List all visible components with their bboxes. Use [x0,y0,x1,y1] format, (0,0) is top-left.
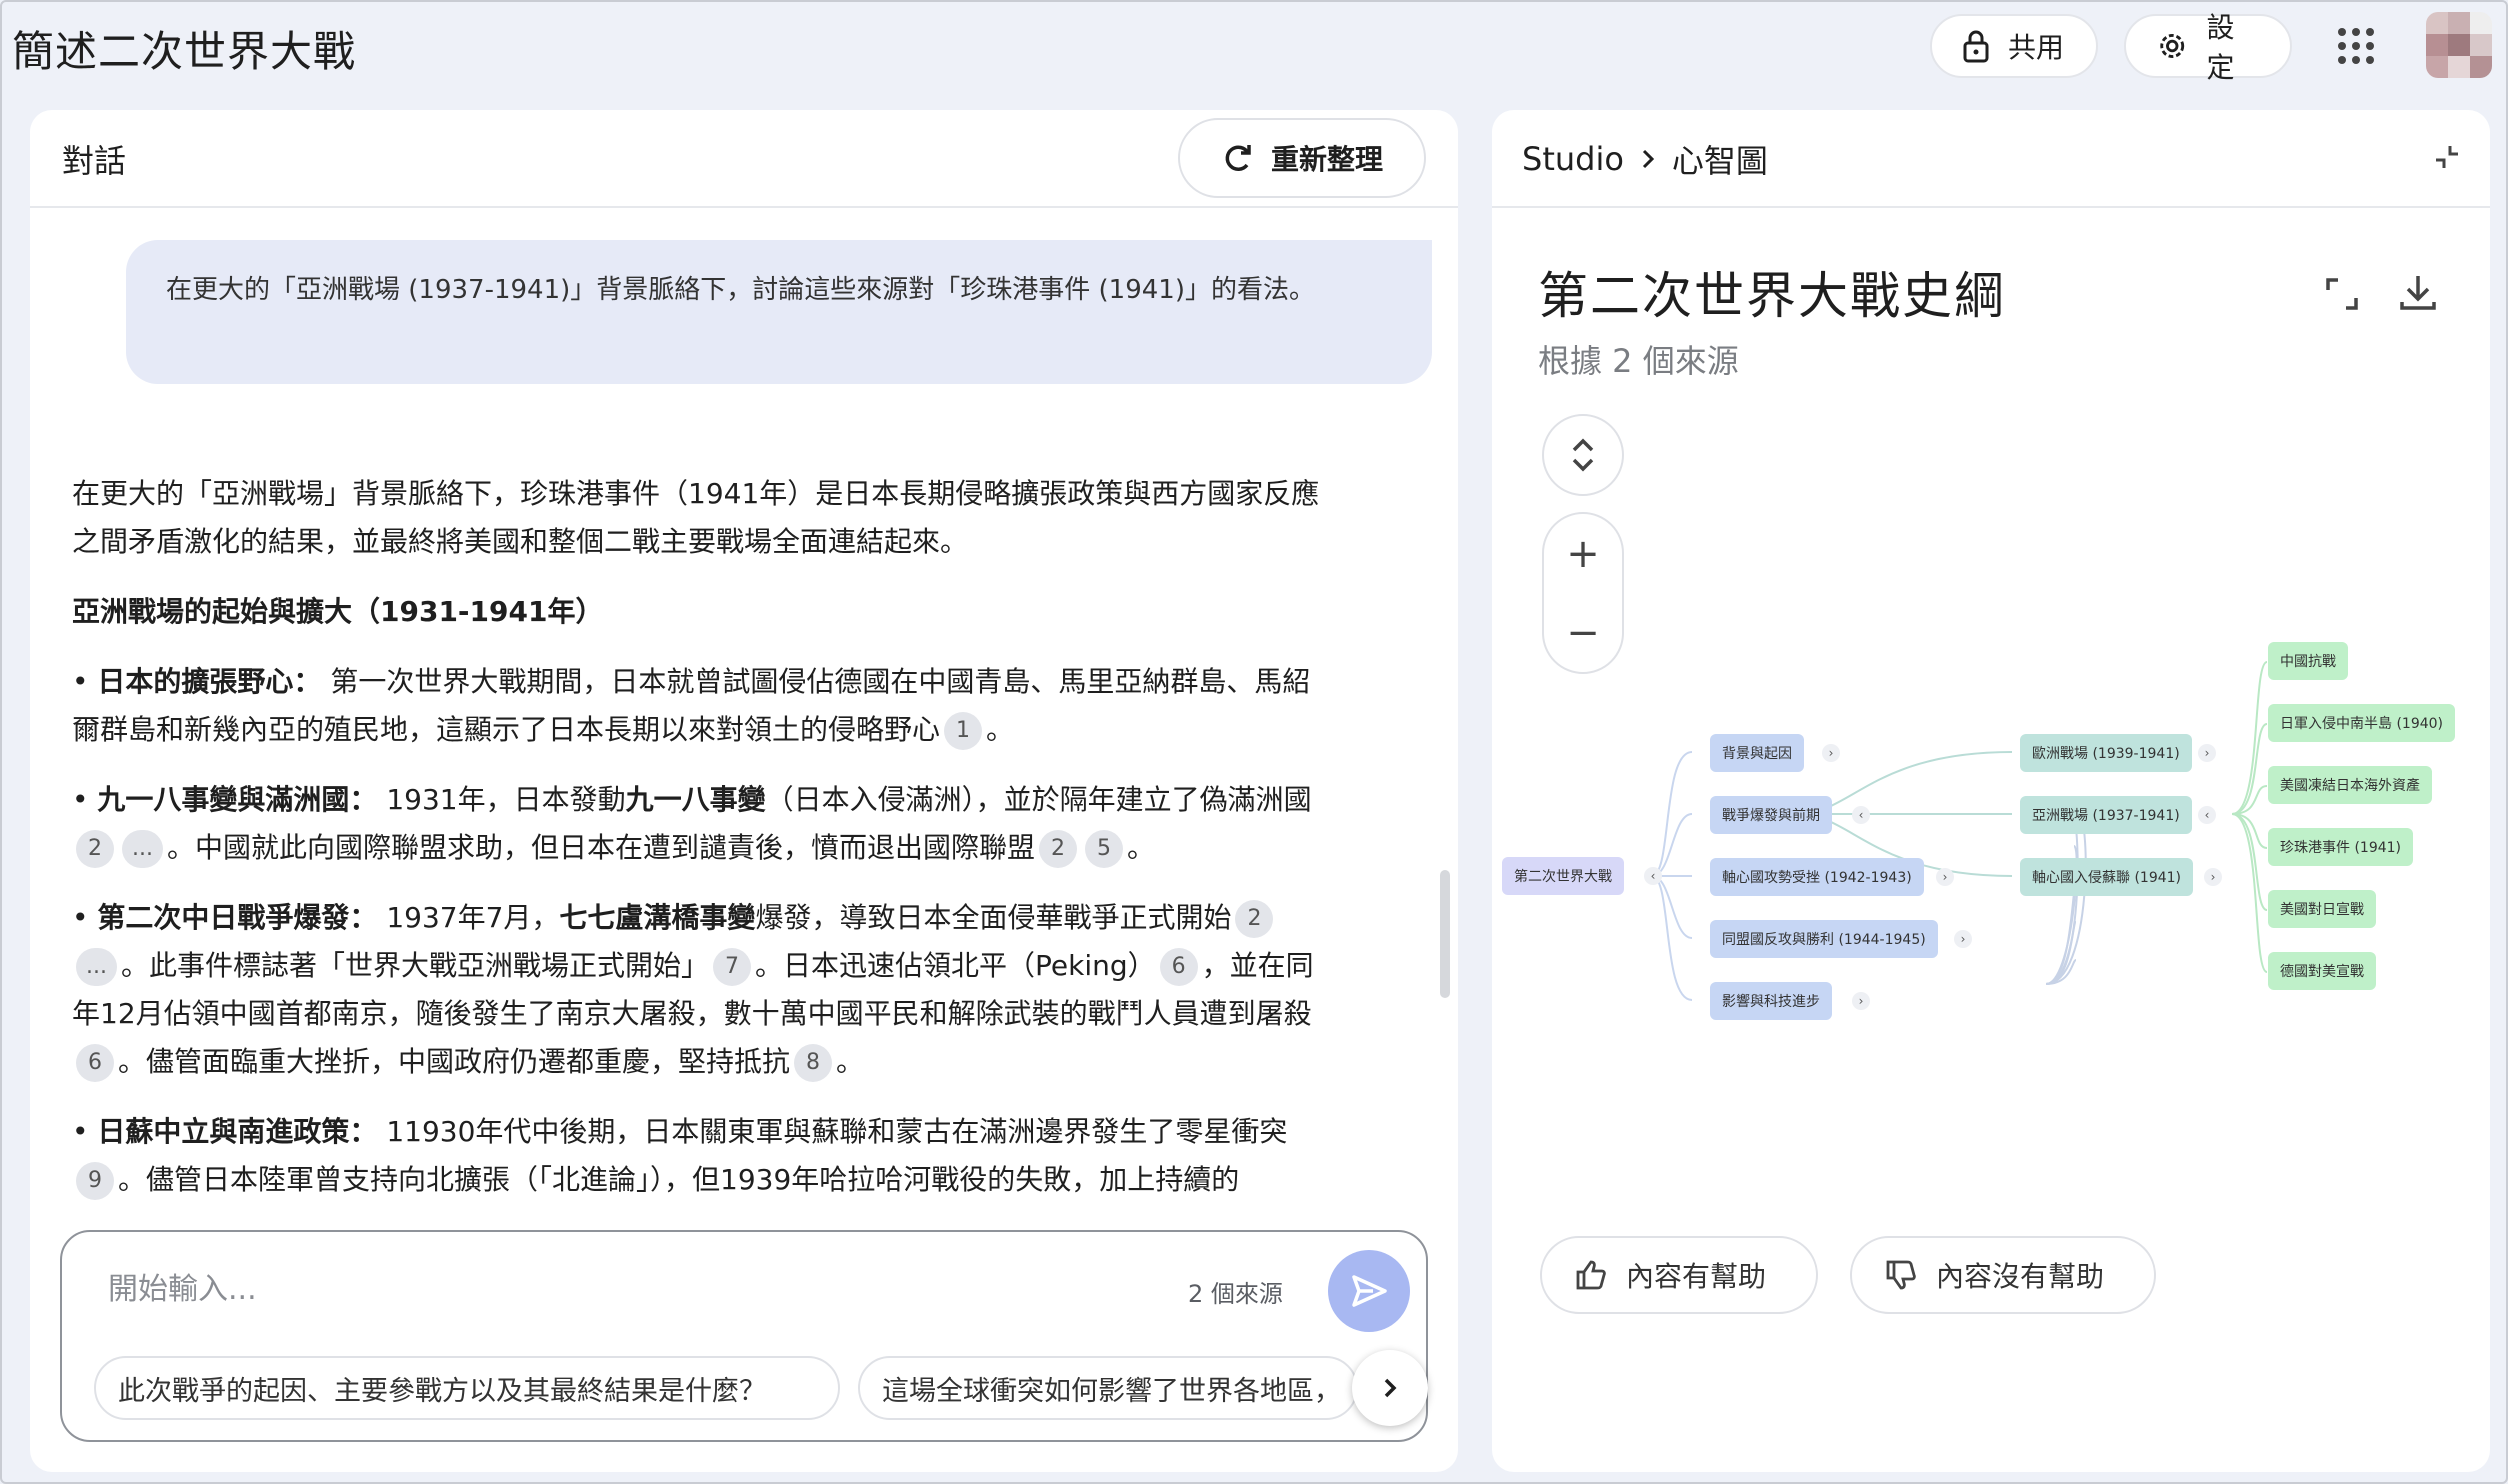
mindmap-node[interactable]: 美國凍結日本海外資產 [2268,766,2432,804]
mindmap-node[interactable]: 德國對美宣戰 [2268,952,2376,990]
mindmap-node[interactable]: 日軍入侵中南半島 (1940) [2268,704,2456,742]
apps-grid-icon[interactable] [2338,28,2374,64]
citation-chip[interactable]: 2 [1235,900,1274,938]
citation-chip[interactable]: 2 [76,830,114,868]
mindmap-node[interactable]: 歐洲戰場 (1939-1941) [2020,734,2192,772]
refresh-label: 重新整理 [1270,143,1383,176]
mindmap-node[interactable]: 珍珠港事件 (1941) [2268,828,2414,866]
list-item: • 第二次中日戰爭爆發： 1937年7月，七七盧溝橋事變爆發，導致日本全面侵華戰… [72,894,1322,1086]
mindmap-title: 第二次世界大戰史綱 [1538,267,2006,325]
thumbs-down-icon [1886,1260,1916,1290]
helpful-label: 內容有幫助 [1626,1260,1767,1293]
citation-chip[interactable]: 7 [713,948,751,986]
app-window: 簡述二次世界大戰 共用 設定 對話 重新整理 在更大的「亞洲戰場 (1937-1… [0,0,2508,1484]
mindmap-node[interactable]: 中國抗戰 [2268,642,2348,680]
mindmap-node[interactable]: 戰爭爆發與前期 [1710,796,1832,834]
node-expand-toggle[interactable]: › [1954,930,1972,948]
avatar[interactable] [2426,12,2492,78]
citation-chip[interactable]: 2 [1039,830,1077,868]
section-heading: 亞洲戰場的起始與擴大（1931-1941年） [72,595,604,628]
fullscreen-icon[interactable] [2322,274,2362,314]
citation-chip[interactable]: 5 [1085,830,1123,868]
settings-label: 設定 [2206,11,2235,84]
citation-chip[interactable]: 6 [76,1044,114,1082]
user-message: 在更大的「亞洲戰場 (1937-1941)」背景脈絡下，討論這些來源對「珍珠港事… [126,240,1432,384]
suggestions-next-button[interactable] [1352,1350,1428,1426]
node-expand-toggle[interactable]: › [2198,744,2216,762]
chat-panel: 對話 重新整理 在更大的「亞洲戰場 (1937-1941)」背景脈絡下，討論這些… [30,110,1458,1472]
refresh-button[interactable]: 重新整理 [1178,118,1426,198]
expand-collapse-all-button[interactable] [1542,414,1624,496]
studio-header: Studio 心智圖 [1492,110,2490,208]
lock-icon [1963,30,1989,63]
download-icon[interactable] [2396,270,2440,314]
chat-scrollbar[interactable] [1440,870,1450,998]
mindmap-node-root[interactable]: 第二次世界大戰 [1502,857,1624,895]
send-button[interactable] [1328,1250,1410,1332]
chat-header: 對話 重新整理 [30,110,1458,208]
citation-more-chip[interactable]: ... [122,830,163,868]
mindmap-node[interactable]: 同盟國反攻與勝利 (1944-1945) [1710,920,1938,958]
citation-chip[interactable]: 8 [794,1044,833,1082]
chat-input[interactable]: 開始輸入... [108,1264,257,1308]
send-icon [1352,1275,1387,1307]
mindmap-node[interactable]: 軸心國入侵蘇聯 (1941) [2020,858,2194,896]
chat-input-box: 開始輸入... 2 個來源 此次戰爭的起因、主要參戰方以及其最終結果是什麼？ 這… [60,1230,1428,1442]
node-expand-toggle[interactable]: › [1852,992,1870,1010]
citation-chip[interactable]: 6 [1159,948,1198,986]
node-expand-toggle[interactable]: › [1936,868,1954,886]
breadcrumb-mindmap: 心智圖 [1671,142,1768,180]
mindmap-node[interactable]: 背景與起因 [1710,734,1804,772]
helpful-button[interactable]: 內容有幫助 [1540,1236,1818,1314]
node-expand-toggle[interactable]: › [2204,868,2222,886]
share-button[interactable]: 共用 [1930,14,2098,78]
node-collapse-toggle[interactable]: ‹ [1852,806,1870,824]
share-label: 共用 [2008,31,2065,64]
node-collapse-toggle[interactable]: ‹ [2198,806,2216,824]
mindmap-node[interactable]: 美國對日宣戰 [2268,890,2376,928]
answer-intro: 在更大的「亞洲戰場」背景脈絡下，珍珠港事件（1941年）是日本長期侵略擴張政策與… [72,477,1320,558]
refresh-icon [1225,145,1251,171]
list-item: • 日蘇中立與南進政策： 11930年代中後期，日本關東軍與蘇聯和蒙古在滿洲邊界… [72,1108,1322,1204]
collapse-icon[interactable] [2428,138,2466,176]
gear-icon [2160,34,2185,58]
assistant-answer: 在更大的「亞洲戰場」背景脈絡下，珍珠港事件（1941年）是日本長期侵略擴張政策與… [72,470,1322,1226]
citation-chip[interactable]: 1 [944,712,983,750]
mindmap-node[interactable]: 軸心國攻勢受挫 (1942-1943) [1710,858,1924,896]
node-expand-toggle[interactable]: › [1822,744,1840,762]
suggestion-chip[interactable]: 這場全球衝突如何影響了世界各地區， [858,1356,1358,1420]
breadcrumb: Studio 心智圖 [1522,136,1768,182]
thumbs-up-icon [1576,1260,1606,1290]
unfold-icon [1572,438,1594,472]
source-count: 2 個來源 [1188,1280,1283,1308]
node-collapse-toggle[interactable]: ‹ [1644,867,1662,885]
mindmap-node[interactable]: 亞洲戰場 (1937-1941) [2020,796,2192,834]
citation-more-chip[interactable]: ... [76,948,117,986]
suggestion-chip[interactable]: 此次戰爭的起因、主要參戰方以及其最終結果是什麼？ [94,1356,840,1420]
zoom-in-button[interactable]: + [1566,534,1600,574]
breadcrumb-studio[interactable]: Studio [1522,140,1624,178]
chat-title: 對話 [62,142,127,180]
chevron-right-icon [1384,1378,1397,1398]
not-helpful-button[interactable]: 內容沒有幫助 [1850,1236,2156,1314]
list-item: • 日本的擴張野心： 第一次世界大戰期間，日本就曾試圖侵佔德國在中國青島、馬里亞… [72,658,1322,754]
settings-button[interactable]: 設定 [2124,11,2292,84]
mindmap-node[interactable]: 影響與科技進步 [1710,982,1832,1020]
notebook-title[interactable]: 簡述二次世界大戰 [12,18,356,79]
list-item: • 九一八事變與滿洲國： 1931年，日本發動九一八事變（日本入侵滿洲），並於隔… [72,776,1322,872]
chevron-right-icon [1642,149,1655,169]
not-helpful-label: 內容沒有幫助 [1936,1260,2105,1293]
citation-chip[interactable]: 9 [76,1162,114,1200]
mindmap-subtitle: 根據 2 個來源 [1538,342,1739,380]
